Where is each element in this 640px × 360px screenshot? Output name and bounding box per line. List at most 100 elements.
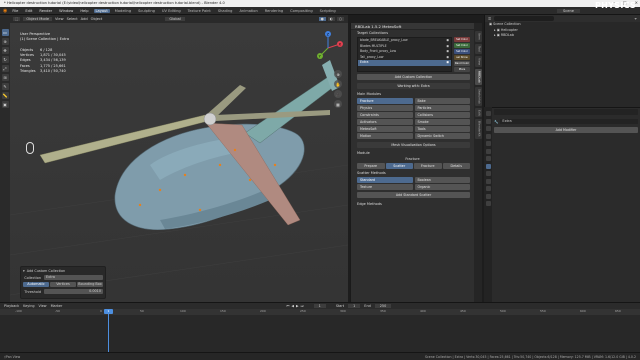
physics-props-icon[interactable] bbox=[485, 178, 491, 184]
view-layer-props-icon[interactable] bbox=[485, 133, 491, 139]
select-box-tool-icon[interactable]: ▭ bbox=[1, 29, 9, 36]
shading-rendered-icon[interactable]: ○ bbox=[336, 17, 344, 21]
annotate-tool-icon[interactable]: ✎ bbox=[1, 83, 9, 90]
output-props-icon[interactable] bbox=[485, 126, 491, 131]
scatter-boolean-button[interactable]: Boolean bbox=[414, 177, 470, 183]
vtab-item[interactable]: Item bbox=[474, 31, 482, 42]
module-physics-button[interactable]: Physics bbox=[357, 105, 413, 111]
add-standard-scatter-button[interactable]: Add Standard Scatter bbox=[357, 192, 470, 198]
transform-orientation-dropdown[interactable]: Global bbox=[165, 17, 185, 21]
viewport-menu-view[interactable]: View bbox=[55, 17, 64, 21]
module-tools-button[interactable]: Tools bbox=[414, 126, 470, 132]
grid-perspective-icon[interactable]: ▦ bbox=[334, 100, 342, 108]
vtab-view[interactable]: View bbox=[474, 55, 482, 67]
option-bounding-box[interactable]: Bounding Box bbox=[77, 282, 103, 287]
playhead[interactable] bbox=[108, 309, 109, 352]
module-dynamic-switch-button[interactable]: Dynamic Switch bbox=[414, 133, 470, 139]
vtab-sketchfab[interactable]: Sketchfab bbox=[474, 86, 482, 106]
scene-selector[interactable]: Scene bbox=[557, 8, 580, 13]
vtab-blenderkit[interactable]: BlenderKit bbox=[474, 119, 482, 139]
more-button[interactable]: More bbox=[454, 67, 470, 72]
module-collisions-button[interactable]: Collisions bbox=[414, 112, 470, 118]
workspace-tab-uv-editing[interactable]: UV Editing bbox=[160, 9, 183, 13]
modifier-props-icon[interactable] bbox=[485, 163, 491, 169]
constraints-props-icon[interactable] bbox=[485, 186, 491, 191]
target-collections-header[interactable]: Target Collections bbox=[351, 30, 474, 36]
blender-logo-icon[interactable]: ◉ bbox=[3, 8, 7, 14]
vtab-rbdlab[interactable]: RBDLab bbox=[474, 68, 482, 85]
set-color-button[interactable]: Set Color bbox=[454, 49, 470, 54]
outliner-search-input[interactable] bbox=[494, 16, 555, 21]
timeline-menu-playback[interactable]: Playback bbox=[4, 304, 19, 308]
scatter-organic-button[interactable]: Organic bbox=[414, 184, 470, 190]
menu-file[interactable]: File bbox=[10, 9, 20, 13]
scatter-texture-button[interactable]: Texture bbox=[357, 184, 413, 190]
module-activators-button[interactable]: Activators bbox=[357, 119, 413, 125]
move-tool-icon[interactable]: ✥ bbox=[1, 47, 9, 54]
set-color-button[interactable]: Set Color bbox=[454, 37, 470, 42]
mesh-visualization-options-header[interactable]: Mesh Visualization Options bbox=[357, 142, 470, 148]
current-frame-field[interactable]: 1 bbox=[313, 304, 326, 308]
workspace-tab-shading[interactable]: Shading bbox=[216, 9, 235, 13]
data-props-icon[interactable] bbox=[485, 193, 491, 199]
workspace-tab-texture-paint[interactable]: Texture Paint bbox=[186, 9, 213, 13]
pan-hand-icon[interactable]: ✋ bbox=[334, 80, 342, 88]
menu-render[interactable]: Render bbox=[37, 9, 54, 13]
scale-tool-icon[interactable]: ⤢ bbox=[1, 65, 9, 72]
random-color-button[interactable]: Rand Color bbox=[454, 61, 470, 66]
workspace-tab-rendering[interactable]: Rendering bbox=[263, 9, 285, 13]
option-automatic[interactable]: Automatic bbox=[23, 282, 49, 287]
shading-solid-icon[interactable]: ● bbox=[318, 17, 326, 21]
play-icon[interactable]: ▶ bbox=[296, 304, 299, 308]
timeline-menu-keying[interactable]: Keying bbox=[23, 304, 34, 308]
collection-field[interactable]: Extra bbox=[44, 275, 103, 280]
end-frame-field[interactable]: 250 bbox=[374, 304, 392, 308]
transform-tool-icon[interactable]: ⊞ bbox=[1, 74, 9, 81]
workspace-tab-modeling[interactable]: Modeling bbox=[113, 9, 133, 13]
workspace-tab-layout[interactable]: Layout bbox=[93, 8, 110, 13]
module-bake-button[interactable]: Bake bbox=[414, 98, 470, 104]
timeline-menu-view[interactable]: View bbox=[39, 304, 47, 308]
shading-material-icon[interactable]: ◐ bbox=[327, 17, 335, 21]
object-name-field[interactable]: Extra bbox=[500, 119, 638, 124]
main-modules-header[interactable]: Main Modules bbox=[351, 91, 474, 97]
add-cube-tool-icon[interactable]: ▣ bbox=[1, 101, 9, 108]
viewport-menu-add[interactable]: Add bbox=[81, 17, 88, 21]
edge-methods-header[interactable]: Edge Methods bbox=[351, 201, 474, 207]
playhead-frame-label[interactable]: 1 bbox=[104, 309, 113, 314]
menu-window[interactable]: Window bbox=[57, 9, 75, 13]
particles-props-icon[interactable] bbox=[485, 171, 491, 176]
rotate-tool-icon[interactable]: ↻ bbox=[1, 56, 9, 63]
navigation-gizmo[interactable]: X Y Z bbox=[310, 30, 346, 66]
jump-end-icon[interactable]: ⏭ bbox=[301, 304, 304, 308]
module-meteosoft-button[interactable]: MeteoSoft bbox=[357, 126, 413, 132]
outliner-editor-icon[interactable]: ☰ bbox=[488, 17, 491, 21]
module-smoke-button[interactable]: Smoke bbox=[414, 119, 470, 125]
filter-icon[interactable]: ⏷ bbox=[634, 17, 640, 21]
viewport-menu-object[interactable]: Object bbox=[91, 17, 103, 21]
tab-details[interactable]: Details bbox=[442, 163, 470, 169]
start-frame-field[interactable]: 1 bbox=[348, 304, 361, 308]
timeline-menu-marker[interactable]: Marker bbox=[51, 304, 63, 308]
workspace-tab-compositing[interactable]: Compositing bbox=[288, 9, 315, 13]
set-color-button[interactable]: Set Color bbox=[454, 43, 470, 48]
workspace-tab-sculpting[interactable]: Sculpting bbox=[136, 9, 157, 13]
menu-help[interactable]: Help bbox=[78, 9, 90, 13]
add-custom-collection-button[interactable]: Add Custom Collection bbox=[357, 74, 470, 80]
show-button[interactable]: sel Show bbox=[454, 55, 470, 60]
outliner-item-rbdlab[interactable]: ▸ ▣ RBDLab bbox=[485, 33, 640, 39]
module-motion-button[interactable]: Motion bbox=[357, 133, 413, 139]
option-vertices[interactable]: Vertices bbox=[50, 282, 76, 287]
render-props-icon[interactable] bbox=[485, 118, 491, 124]
play-reverse-icon[interactable]: ◀ bbox=[291, 304, 294, 308]
camera-view-icon[interactable]: 🎥 bbox=[334, 90, 342, 98]
jump-start-icon[interactable]: ⏮ bbox=[286, 304, 289, 308]
object-props-icon[interactable] bbox=[485, 156, 491, 161]
measure-tool-icon[interactable]: 📏 bbox=[1, 92, 9, 99]
add-modifier-button[interactable]: Add Modifier bbox=[494, 127, 638, 133]
material-props-icon[interactable] bbox=[485, 201, 491, 206]
cursor-tool-icon[interactable]: ⊕ bbox=[1, 38, 9, 45]
tool-props-icon[interactable] bbox=[485, 111, 491, 116]
object-mode-dropdown[interactable]: Object Mode bbox=[23, 17, 53, 21]
threshold-field[interactable]: 0.0010 bbox=[44, 289, 103, 294]
